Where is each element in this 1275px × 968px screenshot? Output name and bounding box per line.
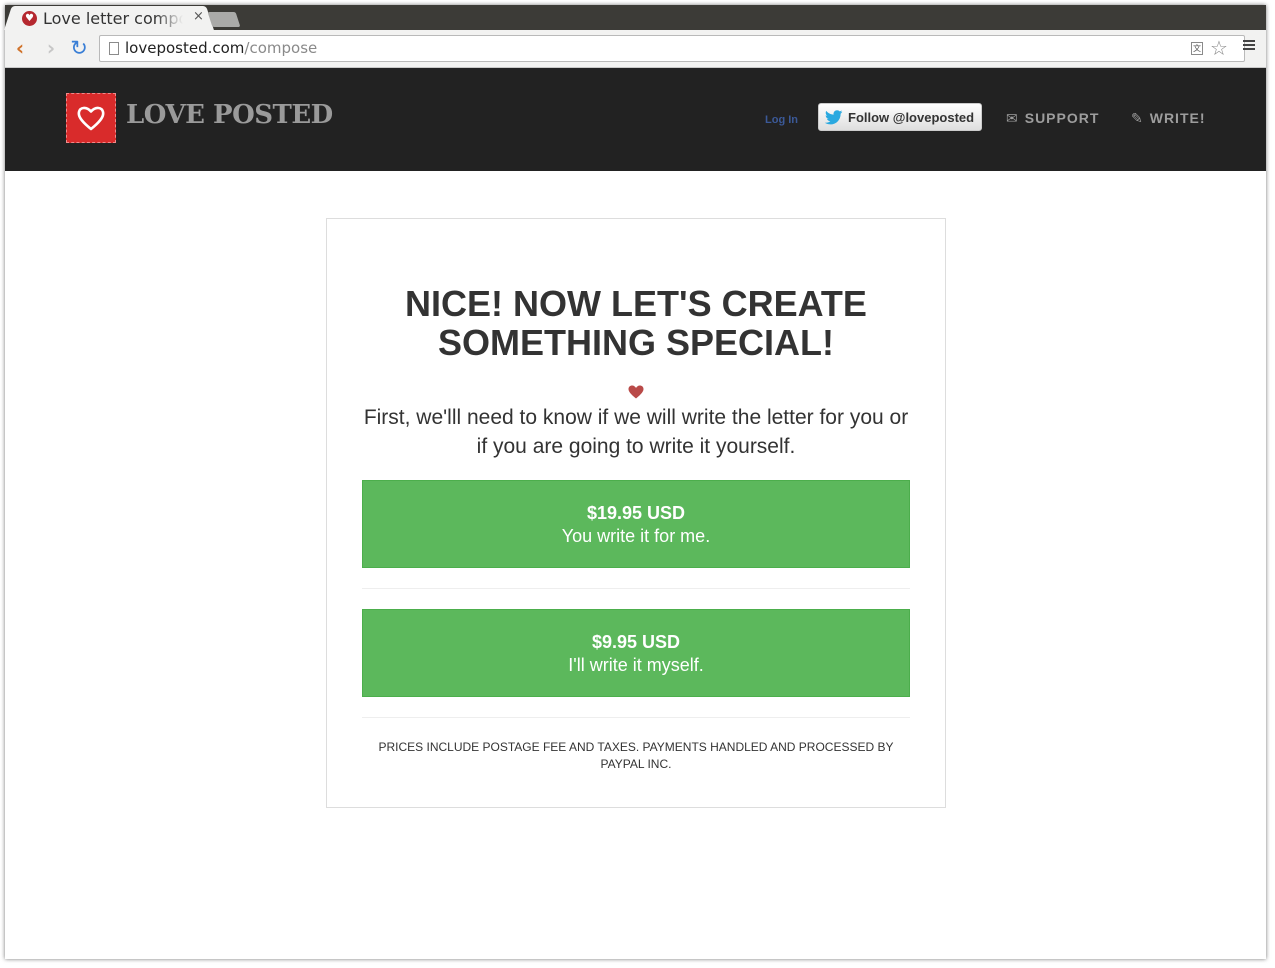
write-link[interactable]: ✎ WRITE! — [1131, 110, 1206, 127]
write-label: WRITE! — [1149, 110, 1206, 126]
new-tab-button[interactable] — [207, 12, 241, 27]
browser-window: ♥ Love letter compose × ‹ › ↻ loveposted… — [5, 5, 1266, 959]
site-header: LOVE POSTED Log In Follow @loveposted ✉ S… — [5, 68, 1266, 171]
option-description: You write it for me. — [561, 526, 711, 546]
login-link[interactable]: Log In — [765, 114, 798, 126]
support-link[interactable]: ✉ SUPPORT — [1006, 110, 1099, 127]
heart-outline-icon — [77, 106, 105, 131]
option-price: $19.95 USD — [586, 503, 686, 523]
option-description: I'll write it myself. — [568, 655, 704, 675]
page-icon — [109, 42, 119, 55]
browser-toolbar: ‹ › ↻ loveposted.com/compose 文 ☆ — [5, 30, 1266, 68]
pricing-footnote: PRICES INCLUDE POSTAGE FEE AND TAXES. PA… — [378, 740, 894, 771]
logo-icon[interactable] — [66, 93, 116, 143]
tab-title: Love letter compose — [43, 9, 183, 27]
reload-icon[interactable]: ↻ — [68, 37, 90, 59]
address-bar[interactable]: loveposted.com/compose 文 ☆ — [99, 35, 1245, 62]
pencil-icon: ✎ — [1131, 111, 1144, 127]
translate-icon[interactable]: 文 — [1191, 42, 1203, 55]
url-path: /compose — [244, 39, 318, 57]
browser-tab[interactable]: ♥ Love letter compose × — [13, 6, 205, 30]
page-title: NICE! NOW LET'S CREATE SOMETHING SPECIAL… — [405, 283, 867, 363]
site-logo-text[interactable]: LOVE POSTED — [126, 100, 333, 130]
option-price: $9.95 USD — [591, 632, 681, 652]
compose-card: NICE! NOW LET'S CREATE SOMETHING SPECIAL… — [326, 218, 946, 808]
divider — [362, 717, 910, 718]
self-write-option-button[interactable]: $9.95 USD I'll write it myself. — [362, 609, 910, 697]
twitter-follow-button[interactable]: Follow @loveposted — [818, 103, 982, 131]
forward-arrow-icon[interactable]: › — [40, 37, 62, 59]
tab-strip: ♥ Love letter compose × — [5, 5, 1266, 30]
heart-favicon-icon: ♥ — [22, 11, 37, 26]
url-text: loveposted.com/compose — [125, 39, 317, 57]
url-host: loveposted.com — [125, 39, 245, 57]
envelope-icon: ✉ — [1006, 111, 1019, 127]
close-tab-icon[interactable]: × — [193, 9, 204, 24]
hamburger-menu-icon[interactable] — [1243, 40, 1255, 51]
star-icon[interactable]: ☆ — [1210, 36, 1228, 60]
support-label: SUPPORT — [1024, 110, 1100, 126]
heart-icon — [628, 385, 644, 399]
we-write-option-button[interactable]: $19.95 USD You write it for me. — [362, 480, 910, 568]
twitter-follow-label: Follow @loveposted — [848, 110, 975, 125]
back-arrow-icon[interactable]: ‹ — [9, 37, 31, 59]
twitter-bird-icon — [825, 110, 843, 125]
divider — [362, 588, 910, 589]
intro-text: First, we'lll need to know if we will wr… — [363, 406, 909, 458]
